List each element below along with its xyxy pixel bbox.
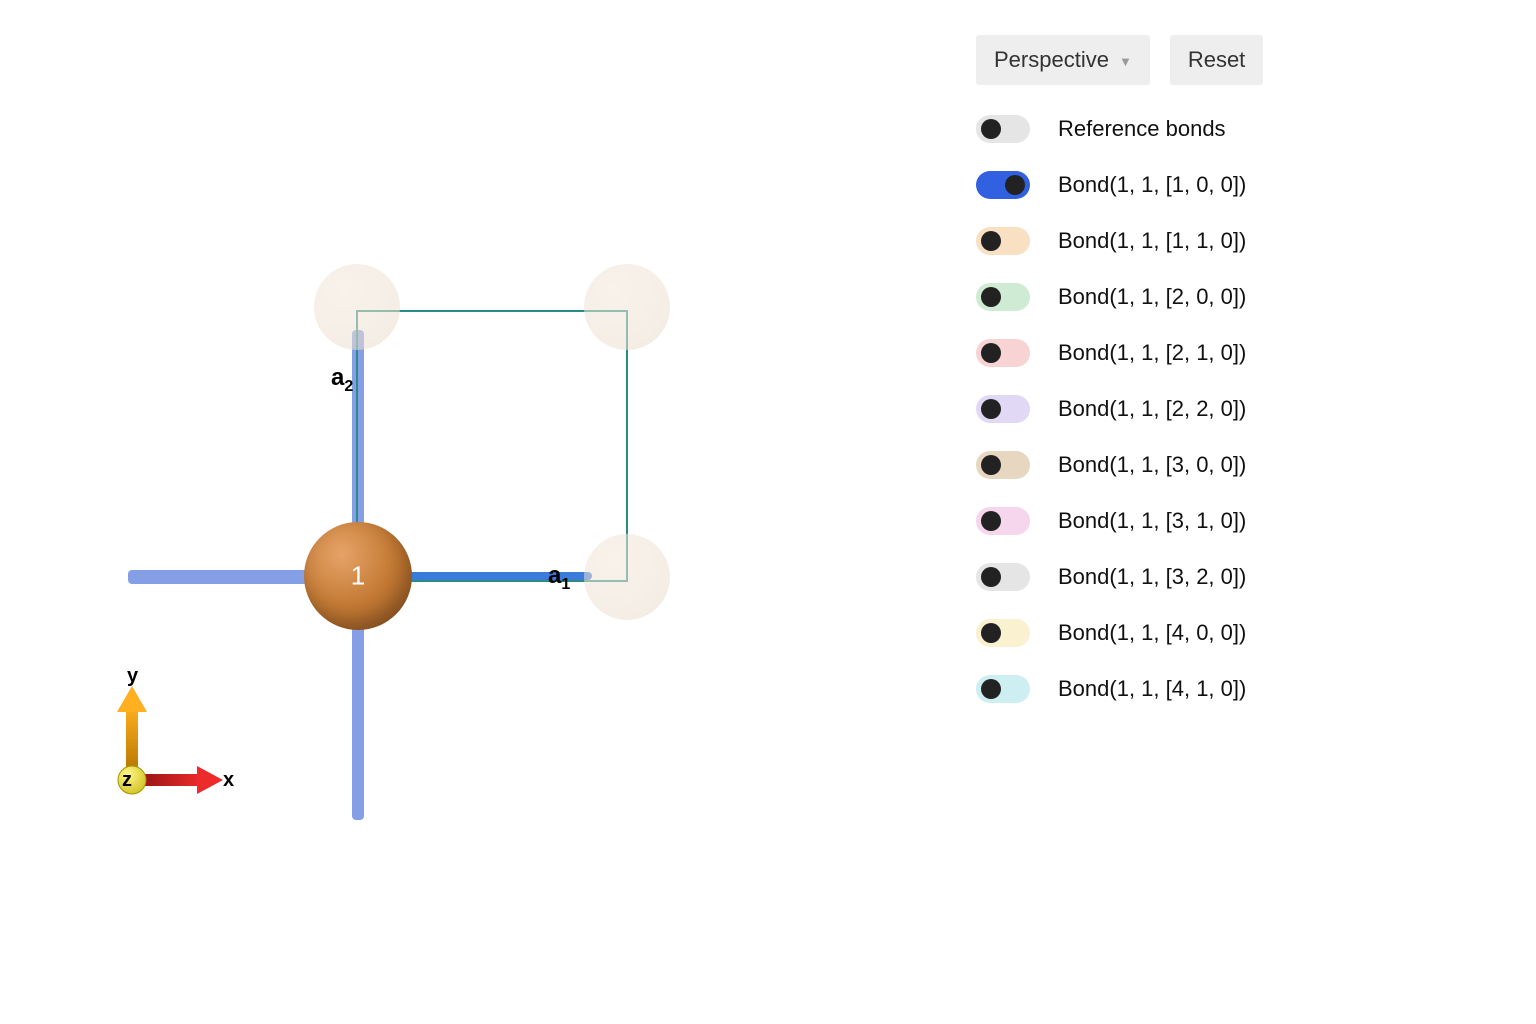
toggle-bond-8[interactable] bbox=[976, 619, 1030, 647]
legend-item-bond-6: Bond(1, 1, [3, 1, 0]) bbox=[976, 507, 1336, 535]
legend-label-bond-2: Bond(1, 1, [2, 0, 0]) bbox=[1058, 284, 1246, 310]
toggle-bond-5[interactable] bbox=[976, 451, 1030, 479]
controls-row: Perspective▼ Reset bbox=[976, 35, 1336, 85]
toggle-bond-3[interactable] bbox=[976, 339, 1030, 367]
compass-x-label: x bbox=[223, 769, 234, 791]
chevron-down-icon: ▼ bbox=[1119, 54, 1132, 69]
legend-label-bond-6: Bond(1, 1, [3, 1, 0]) bbox=[1058, 508, 1246, 534]
toggle-bond-7[interactable] bbox=[976, 563, 1030, 591]
legend-label-reference: Reference bonds bbox=[1058, 116, 1226, 142]
atom-1-label: 1 bbox=[351, 561, 365, 592]
legend-item-bond-9: Bond(1, 1, [4, 1, 0]) bbox=[976, 675, 1336, 703]
toggle-bond-0[interactable] bbox=[976, 171, 1030, 199]
bond-down bbox=[352, 620, 364, 820]
legend-label-bond-9: Bond(1, 1, [4, 1, 0]) bbox=[1058, 676, 1246, 702]
legend-item-reference: Reference bonds bbox=[976, 115, 1336, 143]
view-mode-dropdown[interactable]: Perspective▼ bbox=[976, 35, 1150, 85]
compass-x-head bbox=[197, 766, 223, 794]
legend-label-bond-4: Bond(1, 1, [2, 2, 0]) bbox=[1058, 396, 1246, 422]
reset-button[interactable]: Reset bbox=[1170, 35, 1263, 85]
compass-z-label: z bbox=[122, 769, 132, 791]
legend-item-bond-7: Bond(1, 1, [3, 2, 0]) bbox=[976, 563, 1336, 591]
toggle-bond-1[interactable] bbox=[976, 227, 1030, 255]
legend-label-bond-7: Bond(1, 1, [3, 2, 0]) bbox=[1058, 564, 1246, 590]
compass-y-head bbox=[117, 686, 147, 712]
controls-panel: Perspective▼ Reset Reference bonds Bond(… bbox=[976, 35, 1336, 703]
ghost-atom-bottom-right bbox=[584, 534, 670, 620]
legend-item-bond-4: Bond(1, 1, [2, 2, 0]) bbox=[976, 395, 1336, 423]
legend-item-bond-5: Bond(1, 1, [3, 0, 0]) bbox=[976, 451, 1336, 479]
toggle-bond-9[interactable] bbox=[976, 675, 1030, 703]
bond-left bbox=[128, 570, 316, 584]
atom-1[interactable]: 1 bbox=[304, 522, 412, 630]
legend-item-bond-3: Bond(1, 1, [2, 1, 0]) bbox=[976, 339, 1336, 367]
legend-item-bond-8: Bond(1, 1, [4, 0, 0]) bbox=[976, 619, 1336, 647]
compass-y-label: y bbox=[127, 665, 139, 687]
bond-legend: Reference bonds Bond(1, 1, [1, 0, 0]) Bon… bbox=[976, 115, 1336, 703]
legend-item-bond-2: Bond(1, 1, [2, 0, 0]) bbox=[976, 283, 1336, 311]
legend-label-bond-1: Bond(1, 1, [1, 1, 0]) bbox=[1058, 228, 1246, 254]
toggle-bond-4[interactable] bbox=[976, 395, 1030, 423]
legend-label-bond-8: Bond(1, 1, [4, 0, 0]) bbox=[1058, 620, 1246, 646]
legend-label-bond-0: Bond(1, 1, [1, 0, 0]) bbox=[1058, 172, 1246, 198]
legend-label-bond-3: Bond(1, 1, [2, 1, 0]) bbox=[1058, 340, 1246, 366]
toggle-bond-6[interactable] bbox=[976, 507, 1030, 535]
axis-label-a1: a1 bbox=[548, 562, 570, 594]
ghost-atom-top-left bbox=[314, 264, 400, 350]
toggle-reference-bonds[interactable] bbox=[976, 115, 1030, 143]
axis-compass[interactable]: z x y bbox=[105, 684, 235, 814]
axis-label-a2: a2 bbox=[331, 364, 353, 396]
legend-item-bond-1: Bond(1, 1, [1, 1, 0]) bbox=[976, 227, 1336, 255]
ghost-atom-top-right bbox=[584, 264, 670, 350]
toggle-bond-2[interactable] bbox=[976, 283, 1030, 311]
legend-item-bond-0: Bond(1, 1, [1, 0, 0]) bbox=[976, 171, 1336, 199]
legend-label-bond-5: Bond(1, 1, [3, 0, 0]) bbox=[1058, 452, 1246, 478]
